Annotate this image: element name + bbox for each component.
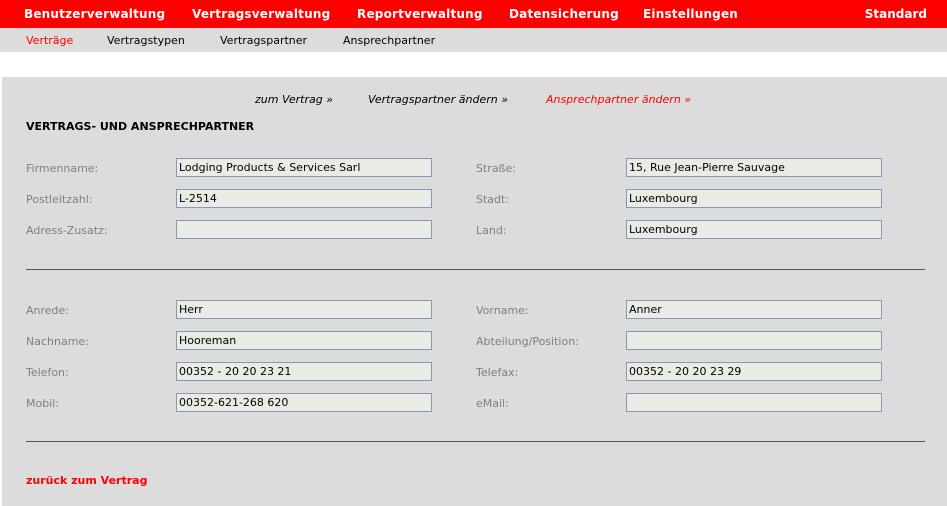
anrede-label: Anrede:: [26, 304, 70, 317]
land-field[interactable]: Luxembourg: [626, 220, 882, 239]
nav-datensicherung[interactable]: Datensicherung: [509, 7, 619, 21]
sub-navigation-bar: Verträge Vertragstypen Vertragspartner A…: [0, 28, 947, 52]
firmenname-field[interactable]: Lodging Products & Services Sarl: [176, 158, 432, 177]
nav-reportverwaltung[interactable]: Reportverwaltung: [357, 7, 483, 21]
subnav-vertraege[interactable]: Verträge: [26, 34, 73, 47]
step-vertragspartner-aendern[interactable]: Vertragspartner ändern »: [368, 93, 508, 106]
nav-einstellungen[interactable]: Einstellungen: [643, 7, 738, 21]
user-mode-label: Standard: [864, 7, 927, 21]
email-field[interactable]: [626, 393, 882, 412]
back-to-contract-link[interactable]: zurück zum Vertrag: [26, 474, 147, 487]
nav-benutzerverwaltung[interactable]: Benutzerverwaltung: [24, 7, 165, 21]
telefax-field[interactable]: 00352 - 20 20 23 29: [626, 362, 882, 381]
step-zum-vertrag[interactable]: zum Vertrag »: [255, 93, 333, 106]
nav-vertragsverwaltung[interactable]: Vertragsverwaltung: [192, 7, 330, 21]
postleitzahl-label: Postleitzahl:: [26, 193, 93, 206]
abteilung-label: Abteilung/Position:: [476, 335, 579, 348]
telefon-field[interactable]: 00352 - 20 20 23 21: [176, 362, 432, 381]
stadt-field[interactable]: Luxembourg: [626, 189, 882, 208]
adress-zusatz-label: Adress-Zusatz:: [26, 224, 108, 237]
top-navigation-bar: Benutzerverwaltung Vertragsverwaltung Re…: [0, 0, 947, 28]
vorname-field[interactable]: Anner: [626, 300, 882, 319]
divider: [26, 269, 925, 270]
firmenname-label: Firmenname:: [26, 162, 99, 175]
vorname-label: Vorname:: [476, 304, 529, 317]
divider: [26, 441, 925, 442]
telefon-label: Telefon:: [26, 366, 69, 379]
strasse-field[interactable]: 15, Rue Jean-Pierre Sauvage: [626, 158, 882, 177]
strasse-label: Straße:: [476, 162, 516, 175]
abteilung-field[interactable]: [626, 331, 882, 350]
nachname-field[interactable]: Hooreman: [176, 331, 432, 350]
subnav-vertragspartner[interactable]: Vertragspartner: [220, 34, 307, 47]
anrede-field[interactable]: Herr: [176, 300, 432, 319]
mobil-field[interactable]: 00352-621-268 620: [176, 393, 432, 412]
subnav-ansprechpartner[interactable]: Ansprechpartner: [343, 34, 435, 47]
stadt-label: Stadt:: [476, 193, 510, 206]
step-ansprechpartner-aendern[interactable]: Ansprechpartner ändern »: [546, 93, 691, 106]
email-label: eMail:: [476, 397, 509, 410]
postleitzahl-field[interactable]: L-2514: [176, 189, 432, 208]
content-panel: zum Vertrag » Vertragspartner ändern » A…: [2, 77, 947, 506]
adress-zusatz-field[interactable]: [176, 220, 432, 239]
subnav-vertragstypen[interactable]: Vertragstypen: [107, 34, 185, 47]
section-title: VERTRAGS- UND ANSPRECHPARTNER: [26, 120, 255, 133]
mobil-label: Mobil:: [26, 397, 60, 410]
telefax-label: Telefax:: [476, 366, 519, 379]
nachname-label: Nachname:: [26, 335, 89, 348]
land-label: Land:: [476, 224, 507, 237]
